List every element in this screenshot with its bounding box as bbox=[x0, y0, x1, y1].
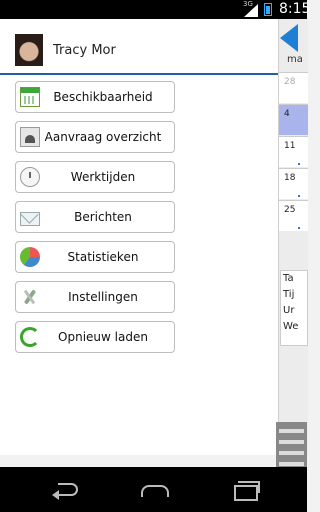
status-bar: 3G 8:15 bbox=[0, 0, 311, 19]
calendar-date: 25 bbox=[284, 205, 296, 215]
overflow-menu-icon[interactable] bbox=[276, 422, 307, 467]
menu-button-statistieken[interactable]: Statistieken bbox=[15, 241, 175, 273]
reload-icon bbox=[20, 327, 40, 347]
battery-icon bbox=[264, 3, 272, 16]
event-dot bbox=[298, 163, 300, 165]
menu-button-instellingen[interactable]: Instellingen bbox=[15, 281, 175, 313]
calendar-cell[interactable]: 28 bbox=[279, 72, 308, 103]
menu-button-aanvraag-overzicht[interactable]: Aanvraag overzicht bbox=[15, 121, 175, 153]
calendar-date: 28 bbox=[284, 77, 296, 87]
back-icon[interactable] bbox=[50, 481, 78, 500]
calendar-cell-selected[interactable]: 4 bbox=[279, 104, 308, 135]
menu-button-opnieuw-laden[interactable]: Opnieuw laden bbox=[15, 321, 175, 353]
calendar-date: 11 bbox=[284, 141, 296, 151]
back-arrow-icon[interactable] bbox=[280, 24, 298, 52]
info-line: Ur bbox=[283, 305, 295, 316]
menu-button-label: Berichten bbox=[74, 210, 132, 224]
calendar-icon bbox=[20, 87, 40, 107]
menu-button-berichten[interactable]: Berichten bbox=[15, 201, 175, 233]
profile-name: Tracy Mor bbox=[53, 43, 116, 58]
menu-button-label: Beschikbaarheid bbox=[53, 90, 153, 104]
navigation-bar bbox=[0, 467, 307, 512]
info-line: Tij bbox=[283, 289, 295, 300]
day-header: ma bbox=[287, 54, 303, 65]
calendar-date: 18 bbox=[284, 173, 296, 183]
pie-chart-icon bbox=[20, 247, 40, 267]
event-dot bbox=[298, 227, 300, 229]
shift-info-box: Ta Tij Ur We bbox=[280, 270, 308, 346]
menu-button-beschikbaarheid[interactable]: Beschikbaarheid bbox=[15, 81, 175, 113]
clock: 8:15 bbox=[279, 1, 311, 17]
avatar bbox=[15, 34, 43, 66]
menu-button-werktijden[interactable]: Werktijden bbox=[15, 161, 175, 193]
menu-button-label: Aanvraag overzicht bbox=[44, 130, 162, 144]
menu-button-label: Werktijden bbox=[70, 170, 136, 184]
menu-button-label: Instellingen bbox=[68, 290, 138, 304]
calendar-cell[interactable]: 18 bbox=[279, 168, 308, 199]
signal-icon bbox=[244, 2, 258, 17]
calendar-cell[interactable]: 25 bbox=[279, 200, 308, 231]
calendar-peek[interactable]: ma 28 4 11 18 25 Ta Tij Ur We bbox=[278, 19, 308, 455]
menu-button-label: Statistieken bbox=[67, 250, 139, 264]
info-line: Ta bbox=[283, 273, 294, 284]
recent-apps-icon[interactable] bbox=[232, 481, 260, 501]
profile-header[interactable]: Tracy Mor bbox=[0, 19, 278, 75]
clock-icon bbox=[20, 167, 40, 187]
tools-icon bbox=[20, 287, 40, 307]
calendar-date: 4 bbox=[284, 109, 290, 119]
mail-icon bbox=[20, 211, 40, 226]
menu-button-label: Opnieuw laden bbox=[58, 330, 148, 344]
event-dot bbox=[298, 195, 300, 197]
navigation-drawer: Tracy Mor Beschikbaarheid Aanvraag overz… bbox=[0, 19, 278, 455]
info-line: We bbox=[283, 321, 299, 332]
calendar-cell[interactable]: 11 bbox=[279, 136, 308, 167]
users-folder-icon bbox=[20, 127, 40, 147]
home-icon[interactable] bbox=[139, 481, 169, 497]
